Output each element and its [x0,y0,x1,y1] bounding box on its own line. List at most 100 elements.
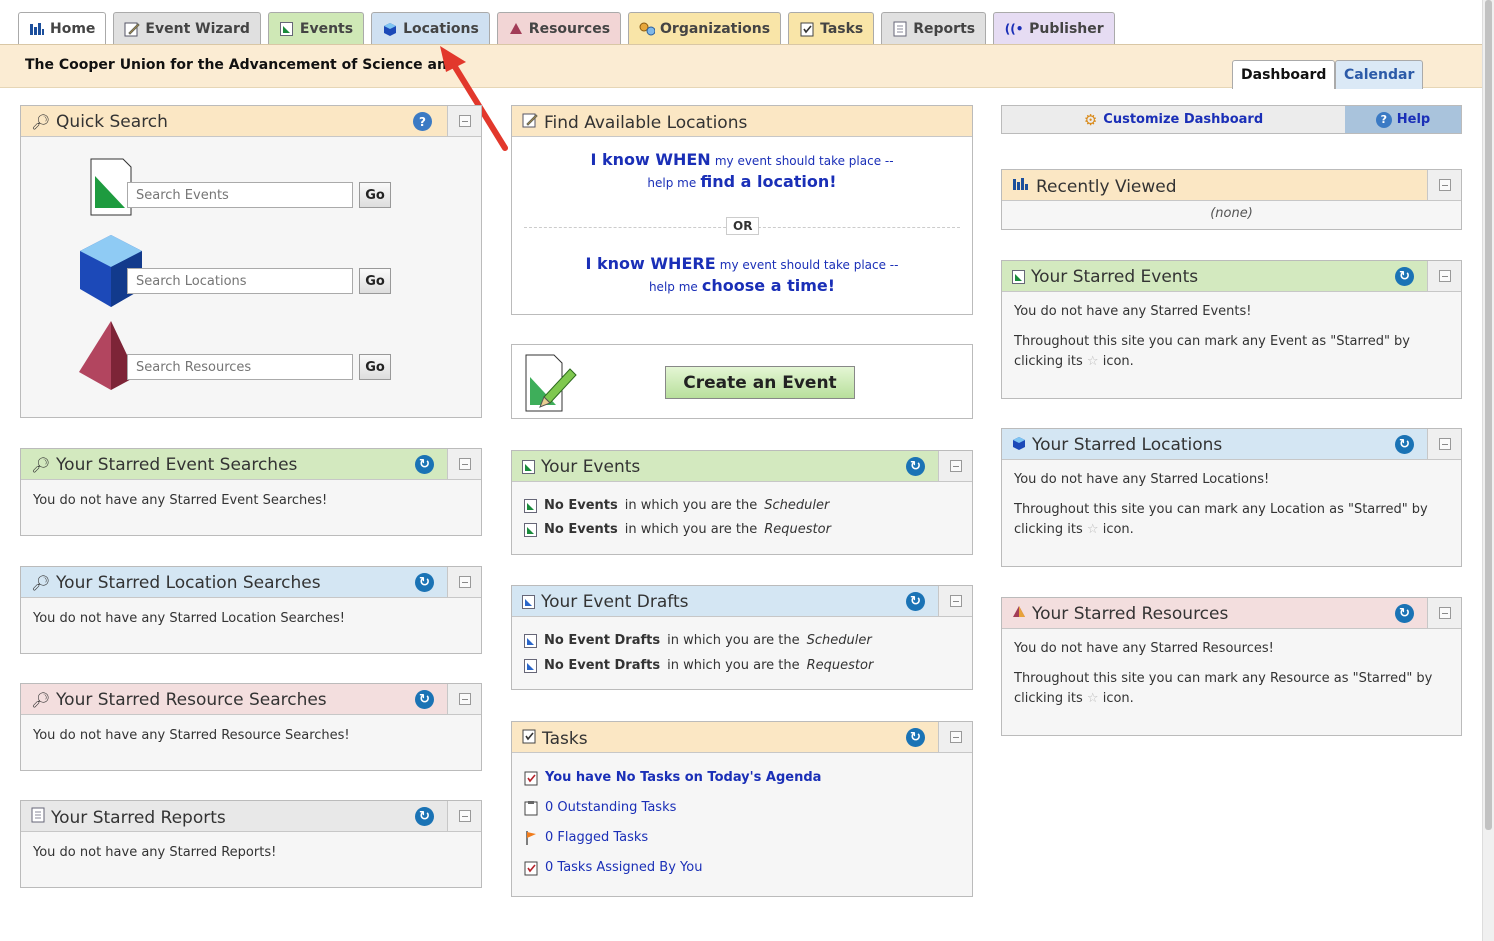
link-text: 0 Tasks Assigned By You [545,860,703,875]
refresh-icon[interactable]: ↻ [415,573,434,592]
refresh-icon[interactable]: ↻ [415,807,434,826]
choose-time-link[interactable]: choose a time! [702,276,835,295]
panel-title: Your Events [541,457,641,477]
collapse-button[interactable] [1427,429,1461,459]
item-role: Requestor [764,522,831,537]
refresh-icon[interactable]: ↻ [906,592,925,611]
panel-message: You do not have any Starred Reports! [33,845,277,860]
go-resources-button[interactable]: Go [359,354,391,380]
main-nav: Home Event Wizard Events Locations Resou… [18,12,1115,45]
hint-text: clicking its [1014,354,1083,369]
publisher-icon: ((• [1004,22,1024,36]
search-events-input[interactable] [127,182,353,208]
hint-text-2: clicking its ☆ icon. [1014,352,1449,372]
tab-calendar[interactable]: Calendar [1335,60,1424,89]
when-heading: I know WHEN [590,150,711,169]
collapse-button[interactable] [938,586,972,616]
panel-header: Your Starred Reports ↻ [21,801,481,832]
event-doc-icon [524,499,537,513]
panel-title: Your Starred Resource Searches [56,690,327,710]
collapse-button[interactable] [938,722,972,752]
collapse-button[interactable] [1427,170,1461,200]
refresh-icon[interactable]: ↻ [1395,604,1414,623]
item-count: No Events [544,498,618,513]
list-item: No Events in which you are the Scheduler [524,494,960,518]
collapse-button[interactable] [447,801,481,831]
collapse-button[interactable] [1427,261,1461,291]
recently-viewed-panel: Recently Viewed (none) [1001,169,1462,230]
find-locations-panel: Find Available Locations I know WHEN my … [511,105,973,315]
search-locations-input[interactable] [127,268,353,294]
tab-organizations[interactable]: Organizations [628,12,782,45]
help-button[interactable]: ? Help [1345,106,1461,133]
collapse-button[interactable] [938,451,972,481]
collapse-icon [1438,270,1451,282]
scrollbar-thumb[interactable] [1485,0,1492,830]
collapse-icon [458,693,471,705]
draft-doc-icon [524,633,537,648]
panel-message: You do not have any Starred Location Sea… [33,611,345,626]
task-check-icon [799,21,815,37]
tab-events[interactable]: Events [267,12,365,45]
when-option[interactable]: I know WHEN my event should take place -… [512,150,972,191]
item-role: Requestor [806,658,874,673]
tasks-panel: Tasks ↻ You have No Tasks on Today's Age… [511,721,973,897]
where-heading: I know WHERE [585,254,716,273]
panel-header: Your Starred Resources ↻ [1002,598,1461,629]
go-locations-button[interactable]: Go [359,268,391,294]
hint-text: Throughout this site you can mark any Re… [1014,671,1433,686]
tab-home[interactable]: Home [18,12,107,45]
create-event-button[interactable]: Create an Event [665,366,855,399]
task-agenda-link[interactable]: You have No Tasks on Today's Agenda [524,763,960,793]
search-icon: 🔎︎ [31,113,51,131]
find-location-link[interactable]: find a location! [700,172,836,191]
item-count: No Events [544,522,618,537]
vertical-scrollbar[interactable] [1482,0,1494,941]
search-resources-input[interactable] [127,354,353,380]
recent-icon [1012,176,1030,197]
item-role: Scheduler [806,633,872,648]
where-option[interactable]: I know WHERE my event should take place … [512,254,972,295]
collapse-button[interactable] [447,567,481,597]
collapse-icon [458,458,471,470]
panel-title: Find Available Locations [544,112,748,133]
starred-reports-panel: Your Starred Reports ↻ You do not have a… [20,800,482,888]
search-icon: 🔎︎ [31,456,51,474]
go-events-button[interactable]: Go [359,182,391,208]
refresh-icon[interactable]: ↻ [415,690,434,709]
outstanding-tasks-link[interactable]: 0 Outstanding Tasks [524,793,960,823]
tab-dashboard[interactable]: Dashboard [1232,60,1336,89]
help-icon: ? [1375,111,1392,128]
list-item: No Event Drafts in which you are the Reque… [524,653,960,678]
event-doc-icon [279,21,295,37]
refresh-icon[interactable]: ↻ [906,457,925,476]
flagged-tasks-link[interactable]: 0 Flagged Tasks [524,823,960,853]
refresh-icon[interactable]: ↻ [1395,435,1414,454]
tab-tasks[interactable]: Tasks [788,12,875,45]
collapse-button[interactable] [447,449,481,479]
tab-label: Locations [403,21,479,37]
task-check-icon [524,861,538,876]
tab-reports[interactable]: Reports [881,12,987,45]
hint-text-2: clicking its ☆ icon. [1014,689,1449,709]
button-label: Help [1396,112,1431,127]
collapse-button[interactable] [447,684,481,714]
event-doc-icon [524,523,537,537]
starred-locations-panel: Your Starred Locations ↻ You do not have… [1001,428,1462,567]
assigned-tasks-link[interactable]: 0 Tasks Assigned By You [524,853,960,883]
customize-dashboard-button[interactable]: ⚙ Customize Dashboard [1002,106,1345,133]
refresh-icon[interactable]: ↻ [415,455,434,474]
refresh-icon[interactable]: ↻ [1395,267,1414,286]
panel-title: Recently Viewed [1036,176,1177,197]
item-text: in which you are the [624,522,758,537]
help-icon[interactable]: ? [413,112,432,131]
collapse-icon [458,115,471,127]
collapse-button[interactable] [447,106,481,136]
tab-event-wizard[interactable]: Event Wizard [113,12,261,45]
panel-title: Your Starred Reports [51,807,226,828]
collapse-button[interactable] [1427,598,1461,628]
tab-publisher[interactable]: ((• Publisher [993,12,1115,45]
refresh-icon[interactable]: ↻ [906,728,925,747]
panel-title: Your Starred Resources [1032,604,1229,624]
panel-title: Your Starred Location Searches [56,573,321,593]
